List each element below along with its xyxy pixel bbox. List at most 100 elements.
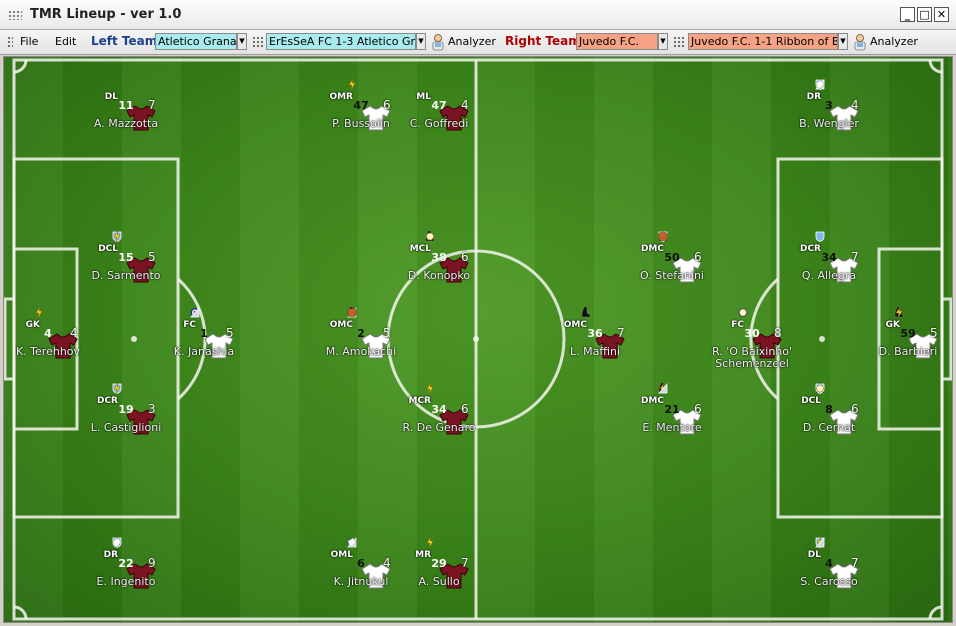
maximize-button[interactable]: □: [917, 7, 932, 22]
player-rating: 4: [383, 556, 391, 570]
player-position: OMC: [563, 320, 587, 330]
shield-icon: [815, 231, 825, 242]
player-rating: 9: [148, 556, 156, 570]
right-team-select[interactable]: Juvedo F.C.: [576, 33, 658, 50]
player-rating: 3: [148, 402, 156, 416]
player-name: A. Mazzotta: [93, 117, 159, 130]
player-rating: 7: [851, 250, 859, 264]
player-name: R. De Genaro: [402, 421, 476, 434]
toolbar-grip-icon: [7, 36, 13, 48]
player-name: O. Stefanini: [640, 269, 704, 282]
player-name: D. Cernat: [802, 421, 856, 434]
player-position: DL: [104, 92, 118, 102]
player-position: MR: [415, 550, 431, 560]
bolt-icon: [35, 307, 43, 318]
chevron-down-icon[interactable]: ▼: [838, 33, 848, 50]
right-analyzer-button[interactable]: Analyzer: [870, 35, 918, 48]
player-name: E. Mentore: [642, 421, 702, 434]
player-rating: 5: [226, 326, 234, 340]
title-bar: TMR Lineup - ver 1.0 _ □ ✕: [0, 0, 956, 30]
player-rating: 7: [148, 98, 156, 112]
player-name: Q. Allegra: [801, 269, 857, 282]
bolt-icon: [113, 383, 121, 394]
left-match-select[interactable]: ErEsSeA FC 1-3 Atletico Granat: [266, 33, 416, 50]
player-position: GK: [885, 320, 900, 330]
player-rating: 5: [383, 326, 391, 340]
player-position: DCR: [799, 244, 821, 254]
player-name: R. 'O Baixinho' Schemenzeel: [711, 345, 793, 370]
player-position: MCL: [409, 244, 431, 254]
football-pitch: 11 DL 7 A. Mazzotta 47 OMR 6 P. Bussolin 47 ML 4 C.…: [3, 56, 953, 623]
player-position: DCR: [96, 396, 118, 406]
player-position: OMR: [329, 92, 353, 102]
player-name: A. Sullo: [418, 575, 460, 588]
tape-icon: [347, 537, 357, 548]
player-position: ML: [416, 92, 431, 102]
pitch-markings: [4, 58, 952, 621]
bolt-icon: [426, 383, 434, 394]
player-position: DR: [103, 550, 118, 560]
chevron-down-icon[interactable]: ▼: [658, 33, 668, 50]
ball-icon: [347, 308, 357, 317]
pill-icon: [426, 232, 434, 241]
player-name: K. Terehhov: [15, 345, 81, 358]
wedge-icon: [190, 307, 200, 318]
player-rating: 4: [70, 326, 78, 340]
app-grip-icon: [8, 10, 22, 20]
player-rating: 6: [694, 250, 702, 264]
analyzer-person-icon[interactable]: [852, 33, 868, 51]
player-name: L. Maffini: [569, 345, 620, 358]
player-position: DMC: [640, 244, 664, 254]
tape-icon: [815, 79, 825, 90]
boot-icon: [581, 307, 591, 318]
chevron-down-icon[interactable]: ▼: [237, 33, 247, 50]
match-list-icon: [673, 36, 685, 48]
wedge-icon: [658, 383, 668, 394]
analyzer-person-icon[interactable]: [430, 33, 446, 51]
match-list-icon: [252, 36, 264, 48]
player-rating: 7: [617, 326, 625, 340]
player-position: MCR: [408, 396, 432, 406]
minimize-button[interactable]: _: [900, 7, 915, 22]
player-position: OML: [330, 550, 353, 560]
pill-icon: [816, 384, 824, 393]
player-rating: 7: [461, 556, 469, 570]
player-name: K. Janashia: [173, 345, 235, 358]
player-position: DCL: [801, 396, 821, 406]
player-rating: 4: [851, 98, 859, 112]
player-position: DL: [807, 550, 821, 560]
player-position: DR: [806, 92, 821, 102]
bolt-icon: [348, 79, 356, 90]
player-rating: 8: [774, 326, 782, 340]
player-name: B. Wengler: [799, 117, 859, 130]
pill-icon: [739, 308, 747, 317]
close-button[interactable]: ✕: [934, 7, 949, 22]
player-position: DCL: [98, 244, 118, 254]
left-analyzer-button[interactable]: Analyzer: [448, 35, 496, 48]
left-team-label: Left Team: [91, 34, 158, 48]
player-position: DMC: [640, 396, 664, 406]
player-rating: 7: [851, 556, 859, 570]
right-team-label: Right Team: [505, 34, 581, 48]
player-rating: 6: [461, 402, 469, 416]
right-match-select[interactable]: Juvedo F.C. 1-1 Ribbon of B: [688, 33, 838, 50]
player-name: L. Castiglioni: [90, 421, 162, 434]
menu-edit[interactable]: Edit: [55, 35, 76, 48]
player-name: E. Ingenito: [96, 575, 156, 588]
player-rating: 5: [930, 326, 938, 340]
player-name: C. Goffredi: [409, 117, 469, 130]
wedge-icon: [815, 537, 825, 548]
window-title: TMR Lineup - ver 1.0: [30, 7, 182, 22]
left-team-select[interactable]: Atletico Granat: [155, 33, 237, 50]
player-name: M. Amokachi: [325, 345, 397, 358]
chevron-down-icon[interactable]: ▼: [416, 33, 426, 50]
player-name: D. Konopko: [407, 269, 471, 282]
bolt-icon: [113, 231, 121, 242]
player-rating: 6: [694, 402, 702, 416]
player-rating: 6: [851, 402, 859, 416]
player-name: D. Sarmento: [91, 269, 161, 282]
menu-file[interactable]: File: [20, 35, 38, 48]
tape-icon: [112, 537, 122, 548]
player-rating: 6: [383, 98, 391, 112]
player-position: OMC: [329, 320, 353, 330]
